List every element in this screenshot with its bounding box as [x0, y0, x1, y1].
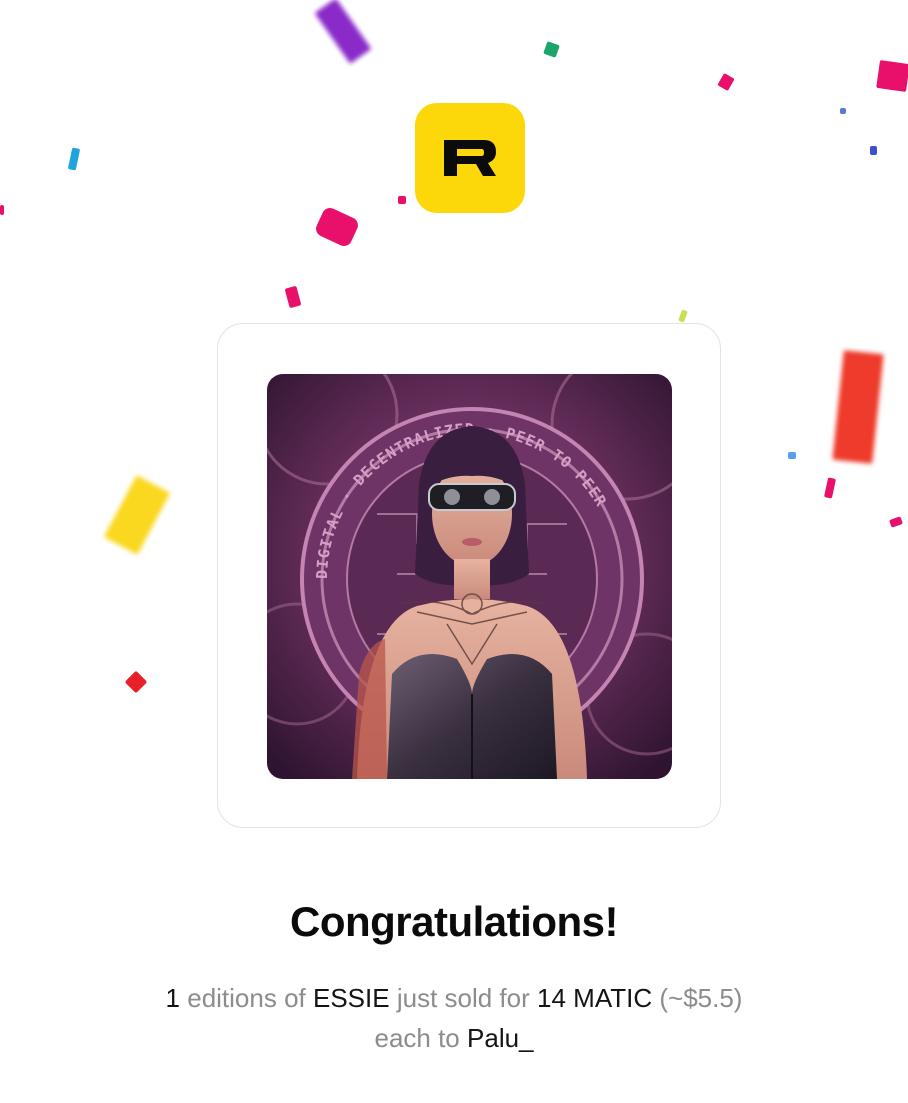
confetti-piece: [788, 452, 796, 459]
nft-artwork-image: DIGITAL · DECENTRALIZED · PEER TO PEER: [267, 374, 672, 779]
confetti-piece: [103, 475, 171, 555]
nft-artwork[interactable]: DIGITAL · DECENTRALIZED · PEER TO PEER: [267, 374, 672, 779]
buyer-name[interactable]: Palu_: [467, 1023, 534, 1053]
usd-price: (~$5.5): [659, 983, 743, 1013]
confetti-piece: [876, 60, 908, 92]
confetti-piece: [678, 309, 688, 323]
confetti-piece: [398, 196, 406, 204]
confetti-piece: [840, 108, 846, 114]
confetti-piece: [124, 670, 148, 694]
confetti-piece: [0, 205, 4, 215]
each-to-label: each to: [374, 1023, 460, 1053]
confetti-piece: [824, 477, 836, 499]
editions-label: editions of: [187, 983, 306, 1013]
confetti-piece: [717, 72, 735, 92]
nft-card[interactable]: DIGITAL · DECENTRALIZED · PEER TO PEER: [217, 323, 721, 828]
logo-r-icon: [444, 140, 496, 176]
confetti-piece: [888, 516, 904, 528]
confetti-piece: [543, 41, 560, 58]
sold-label: just sold for: [396, 983, 530, 1013]
confetti-piece: [67, 147, 81, 171]
congratulations-title: Congratulations!: [290, 898, 618, 945]
confetti-piece: [832, 350, 884, 464]
edition-quantity: 1: [165, 983, 180, 1013]
item-name: ESSIE: [313, 983, 390, 1013]
app-logo: [415, 103, 525, 213]
confetti-piece: [870, 146, 877, 155]
confetti-piece: [313, 205, 361, 249]
confetti-piece: [314, 0, 372, 64]
sale-message: 1 editions of ESSIE just sold for 14 MAT…: [0, 978, 908, 1058]
confetti-piece: [284, 285, 302, 309]
sale-price: 14 MATIC: [537, 983, 653, 1013]
